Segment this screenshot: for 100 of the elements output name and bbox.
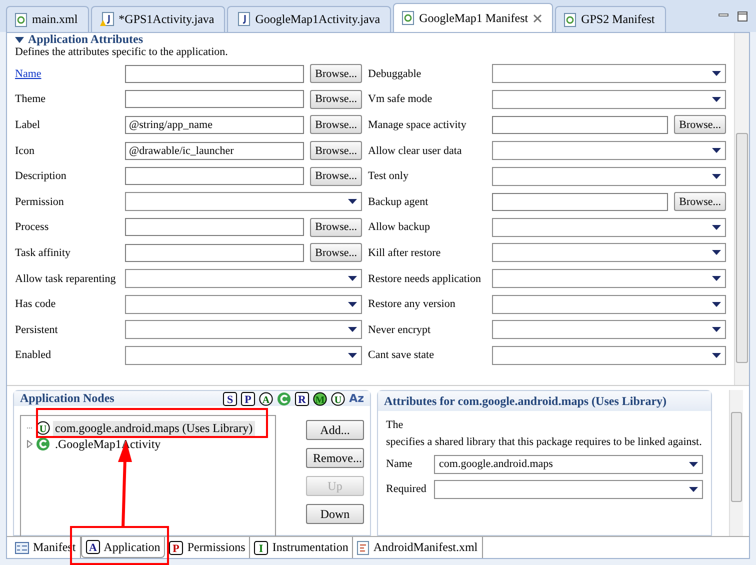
text-field[interactable]: @string/app_name xyxy=(125,116,304,134)
dropdown-caret-icon xyxy=(348,327,357,332)
dropdown-caret-icon xyxy=(712,250,721,256)
node-button[interactable]: Down xyxy=(306,504,364,524)
dropdown-field[interactable] xyxy=(492,166,726,186)
text-field[interactable] xyxy=(125,167,304,186)
dropdown-field[interactable] xyxy=(492,218,726,237)
editor-tab[interactable]: main.xml xyxy=(6,6,89,32)
text-field[interactable] xyxy=(492,192,668,211)
circle-letter-icon[interactable]: U xyxy=(331,392,346,406)
node-button[interactable]: Add... xyxy=(306,420,364,440)
dropdown-caret-icon xyxy=(689,462,698,467)
panel-title: Application Nodes xyxy=(20,391,114,406)
browse-button[interactable]: Browse... xyxy=(310,243,362,262)
page-tab[interactable]: A Application xyxy=(80,537,166,558)
dropdown-caret-icon xyxy=(712,174,721,179)
dropdown-field[interactable] xyxy=(492,320,726,340)
dropdown-caret-icon xyxy=(348,276,357,282)
browse-button[interactable]: Browse... xyxy=(674,192,726,212)
activity-icon[interactable] xyxy=(36,437,50,451)
dropdown-field[interactable] xyxy=(125,346,362,365)
page-tab[interactable]: P Permissions xyxy=(165,537,250,558)
field-label: Never encrypt xyxy=(368,324,432,336)
form-icon xyxy=(15,542,29,554)
field-label: Vm safe mode xyxy=(368,93,434,106)
dropdown-field[interactable] xyxy=(492,243,726,262)
dropdown-field[interactable] xyxy=(492,269,726,288)
field-label: Has code xyxy=(15,298,57,310)
browse-button[interactable]: Browse... xyxy=(310,141,362,160)
editor-tab[interactable]: *GPS1Activity.java xyxy=(90,6,226,32)
field-label: Name xyxy=(386,458,414,470)
xml-file-icon xyxy=(357,540,370,554)
dropdown-field[interactable] xyxy=(125,320,362,340)
field-label: Persistent xyxy=(15,324,59,336)
field-label: Description xyxy=(15,170,68,182)
text-field[interactable] xyxy=(125,90,304,108)
dropdown-field[interactable] xyxy=(492,294,726,314)
text-field[interactable]: @drawable/ic_launcher xyxy=(125,142,304,160)
dropdown-field[interactable] xyxy=(492,64,726,84)
dropdown-caret-icon xyxy=(712,352,721,358)
browse-button[interactable]: Browse... xyxy=(310,64,362,84)
scrollbar[interactable] xyxy=(729,390,743,536)
square-letter-icon[interactable]: S xyxy=(223,392,238,406)
scrollbar[interactable] xyxy=(734,33,749,385)
close-icon[interactable] xyxy=(533,14,542,22)
dropdown-field[interactable] xyxy=(125,192,362,212)
field-label: Restore needs application xyxy=(368,272,482,285)
panel-title: Attributes for com.google.android.maps (Uses Library) xyxy=(384,394,667,408)
field-label: Icon xyxy=(15,144,36,157)
java-file-icon xyxy=(236,12,250,27)
description-text: The xyxy=(386,419,404,431)
dropdown-caret-icon xyxy=(712,327,721,332)
sort-button[interactable]: Az xyxy=(349,392,364,406)
text-field[interactable] xyxy=(492,116,668,134)
dropdown-field[interactable] xyxy=(434,480,703,499)
tab-label: GoogleMap1 Manifest xyxy=(419,10,528,26)
dropdown-caret-icon xyxy=(348,352,357,358)
field-label: Backup agent xyxy=(368,196,430,208)
letter-tab-icon: A xyxy=(86,540,100,554)
square-letter-icon[interactable]: R xyxy=(295,392,310,406)
expand-icon[interactable] xyxy=(27,440,33,448)
tab-label: main.xml xyxy=(32,12,78,27)
section-title: Application Attributes xyxy=(28,33,144,47)
android-file-icon xyxy=(402,11,414,25)
text-field[interactable] xyxy=(125,218,304,236)
field-label: Label xyxy=(15,118,42,131)
text-field[interactable] xyxy=(125,64,304,83)
browse-button[interactable]: Browse... xyxy=(310,115,362,134)
text-field[interactable] xyxy=(125,244,304,262)
editor-tab[interactable]: GoogleMap1Activity.java xyxy=(227,6,392,32)
tree-node[interactable]: com.google.android.maps (Uses Library) xyxy=(53,420,255,436)
dropdown-field[interactable] xyxy=(492,141,726,160)
dropdown-field[interactable] xyxy=(492,346,726,365)
editor-tab[interactable]: GoogleMap1 Manifest xyxy=(393,3,554,32)
field-label: Cant save state xyxy=(368,349,435,362)
browse-button[interactable]: Browse... xyxy=(310,90,362,109)
field-link[interactable]: Name xyxy=(15,68,125,80)
field-label: Theme xyxy=(15,93,47,106)
dropdown-field[interactable] xyxy=(125,269,362,288)
description-text: specifies a shared library that this package requires to be linked against. xyxy=(386,437,703,449)
browse-button[interactable]: Browse... xyxy=(310,166,362,186)
page-tab[interactable]: I Instrumentation xyxy=(250,537,354,558)
dropdown-field[interactable]: com.google.android.maps xyxy=(434,454,703,474)
dropdown-caret-icon xyxy=(712,276,721,282)
dropdown-caret-icon xyxy=(712,224,721,230)
browse-button[interactable]: Browse... xyxy=(674,115,726,134)
dropdown-caret-icon xyxy=(712,96,721,102)
maximize-icon[interactable] xyxy=(737,10,748,22)
node-button[interactable]: Remove... xyxy=(306,448,364,468)
field-label: Manage space activity xyxy=(368,118,468,131)
browse-button[interactable]: Browse... xyxy=(310,218,362,237)
dropdown-caret-icon xyxy=(712,302,721,307)
square-letter-icon[interactable]: P xyxy=(241,392,256,406)
circle-letter-icon[interactable]: A xyxy=(259,392,274,406)
dropdown-field[interactable] xyxy=(125,294,362,314)
letter-tab-icon: P xyxy=(169,540,184,554)
collapse-icon[interactable] xyxy=(15,36,24,42)
editor-tab[interactable]: GPS2 Manifest xyxy=(555,6,666,32)
dropdown-field[interactable] xyxy=(492,90,726,109)
activity-icon[interactable] xyxy=(277,392,292,406)
